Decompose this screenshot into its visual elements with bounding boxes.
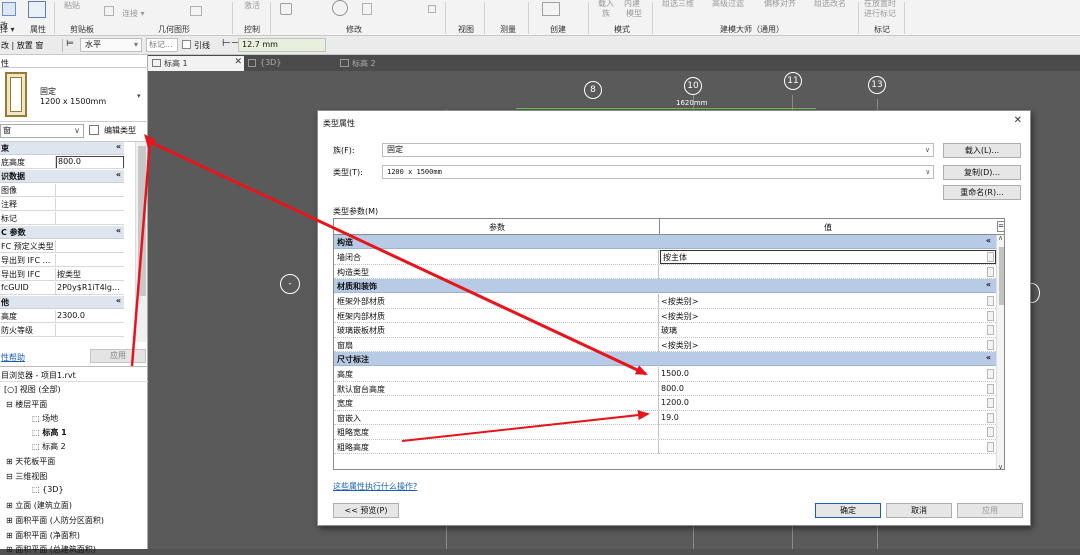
annotation-arrow (401, 410, 650, 442)
annotation-arrowhead (144, 134, 156, 148)
annotation-arrows (130, 134, 650, 442)
annotation-arrow (149, 140, 648, 376)
annotation-arrow (130, 141, 152, 367)
